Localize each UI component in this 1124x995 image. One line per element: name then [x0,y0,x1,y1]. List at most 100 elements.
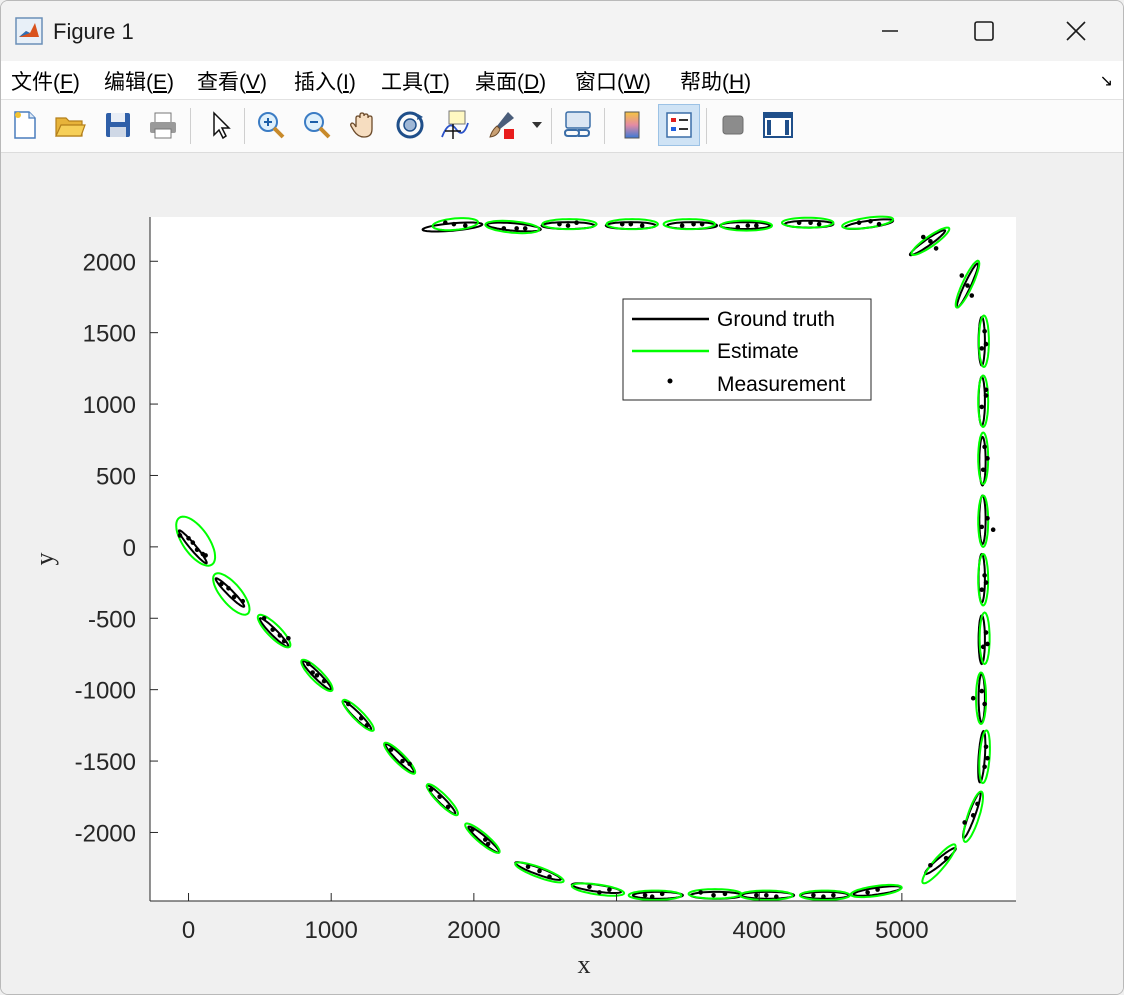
measurement-point [975,801,980,807]
pan-button[interactable] [346,106,382,144]
measurement-point [985,641,990,647]
measurement-point [525,864,531,870]
zoom-out-button[interactable] [299,106,335,144]
data-cursor-button[interactable] [437,106,473,144]
measurement-point [306,661,311,667]
figure-canvas: 0 1000 2000 3000 4000 5000 -2000 -1500 -1000 -500… [1,153,1123,994]
measurement-point [659,891,665,897]
matlab-logo-icon [15,17,43,45]
menu-file[interactable]: 文件(F) [11,66,80,96]
measurement-point [547,874,552,880]
menu-edit-key: E [153,71,168,94]
menu-help[interactable]: 帮助(H) [680,66,751,96]
brush-button[interactable] [484,106,520,144]
measurement-point [868,218,873,224]
close-icon [1066,21,1086,41]
x-tick-label: 3000 [590,917,643,944]
measurement-point [261,615,267,621]
menu-help-label: 帮助( [680,71,729,94]
measurement-point [985,516,990,521]
measurement-point [980,644,986,650]
measurement-point [314,673,320,678]
menu-window-tail: ) [643,71,651,94]
measurement-point [240,598,246,604]
measurement-point [985,755,990,761]
new-figure-button[interactable] [7,106,43,144]
legend[interactable]: Ground truth Estimate Measurement [622,298,872,401]
measurement-point [722,891,728,897]
new-figure-icon [14,111,36,139]
menu-view[interactable]: 查看(V) [197,66,267,96]
menu-edit[interactable]: 编辑(E) [104,66,174,96]
menu-insert-label: 插入( [294,71,343,94]
measurement-point [321,678,327,684]
data-cursor-icon [441,110,469,139]
measurement-point [522,226,528,231]
legend-truth-label: Ground truth [717,308,835,331]
menu-insert[interactable]: 插入(I) [294,66,356,96]
measurement-point [983,744,989,750]
measurement-point [231,594,237,600]
y-tick-label: 2000 [83,249,136,276]
pan-hand-icon [350,112,373,138]
measurement-point [816,221,822,227]
measurement-point [745,223,751,228]
axes-background[interactable] [150,217,1016,901]
show-plot-tools-button[interactable] [760,106,796,144]
measurement-point [400,758,405,764]
rotate-3d-button[interactable] [392,106,428,144]
menu-window[interactable]: 窗口(W) [575,66,651,96]
measurement-point [875,887,880,892]
menu-overflow-icon[interactable]: ↘ [1100,71,1113,91]
measurement-point [186,535,191,541]
save-button[interactable] [100,106,136,144]
menu-desktop[interactable]: 桌面(D) [475,66,546,96]
legend-button[interactable] [658,104,700,146]
measurement-point [270,627,275,632]
edit-plot-button[interactable] [201,106,237,144]
maximize-button[interactable] [937,1,1031,61]
measurement-point [699,221,705,227]
link-plot-button[interactable] [560,106,596,144]
hide-plot-tools-button[interactable] [715,106,751,144]
measurement-point [831,892,836,898]
measurement-point [537,868,542,874]
measurement-point [190,540,196,545]
close-button[interactable] [1029,1,1123,61]
measurement-point [649,894,655,900]
minimize-button[interactable] [843,1,937,61]
menu-tools[interactable]: 工具(T) [381,66,450,96]
measurement-point [501,226,507,231]
brush-dropdown-button[interactable] [527,106,547,144]
y-tick-label: 0 [123,535,136,562]
minimize-icon [882,30,898,32]
print-button[interactable] [145,106,181,144]
open-file-button[interactable] [52,106,88,144]
measurement-point [865,890,870,895]
menu-window-label: 窗口( [575,71,624,94]
measurement-point [607,887,612,892]
measurement-point [514,226,519,231]
show-plot-tools-icon [763,112,793,138]
measurement-point [587,884,592,890]
measurement-point [281,638,287,644]
measurement-point [982,444,987,450]
measurement-point [754,223,759,228]
zoom-in-button[interactable] [253,106,289,144]
measurement-point [928,863,933,868]
title-bar[interactable]: Figure 1 [1,1,1123,61]
measurement-point [979,688,985,694]
measurement-point [983,341,989,347]
measurement-point [928,238,933,244]
colorbar-button[interactable] [614,106,650,144]
measurement-point [856,220,862,226]
measurement-point [557,221,562,227]
measurement-point [943,855,949,861]
measurement-point [970,695,976,701]
toolbar-separator [190,108,191,144]
y-tick-label: 500 [96,463,136,490]
legend-estimate-label: Estimate [717,340,799,363]
measurement-point [565,223,571,228]
toolbar-separator [551,108,552,144]
measurement-point [959,273,965,278]
